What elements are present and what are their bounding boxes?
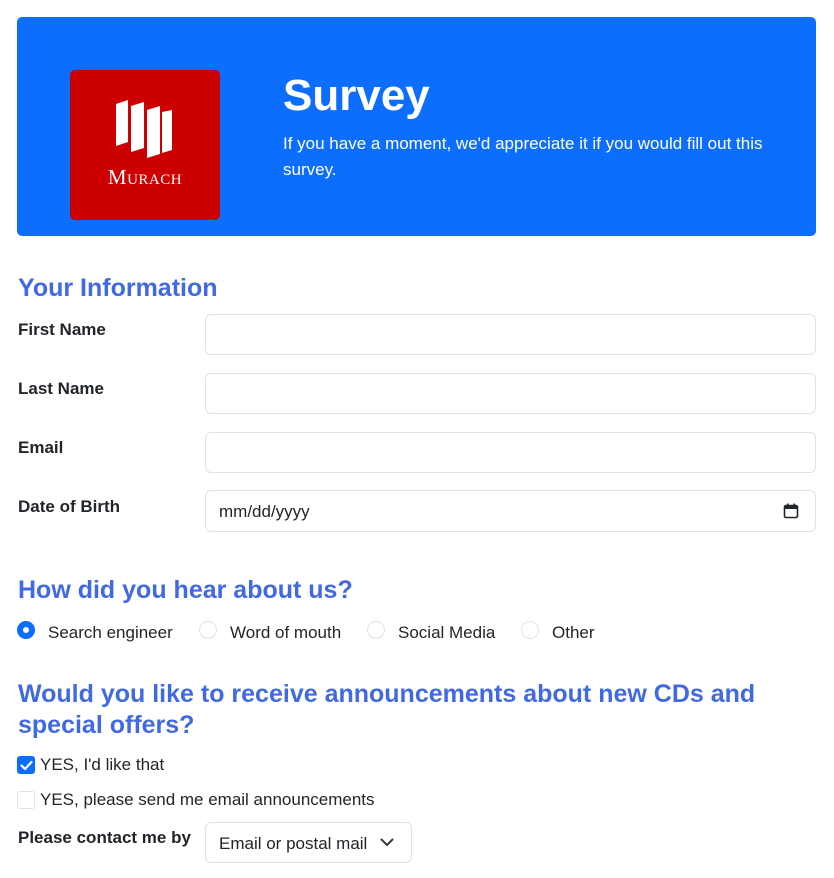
first-name-field[interactable] bbox=[205, 314, 816, 355]
checkbox-label-email-announcements: YES, please send me email announcements bbox=[40, 790, 375, 809]
radio-word-of-mouth[interactable] bbox=[199, 621, 217, 639]
last-name-label: Last Name bbox=[18, 379, 104, 398]
radio-label-social-media: Social Media bbox=[398, 623, 496, 642]
contact-method-label: Please contact me by bbox=[18, 828, 191, 847]
calendar-icon[interactable] bbox=[783, 503, 799, 519]
hear-about-us-heading: How did you hear about us? bbox=[18, 576, 353, 604]
checkbox-yes-like-that[interactable] bbox=[17, 756, 35, 774]
last-name-field[interactable] bbox=[205, 373, 816, 414]
logo-text: Murach bbox=[70, 165, 220, 190]
page-title: Survey bbox=[283, 71, 430, 120]
announcements-heading: Would you like to receive announcements … bbox=[18, 680, 756, 739]
checkmark-icon bbox=[20, 760, 33, 771]
header-banner: Murach Survey If you have a moment, we'd… bbox=[17, 17, 816, 236]
contact-method-select[interactable]: Email or postal mail bbox=[205, 822, 412, 863]
page-description: If you have a moment, we'd appreciate it… bbox=[283, 134, 763, 179]
radio-label-other: Other bbox=[552, 623, 595, 642]
logo-wordmark: Murach bbox=[107, 165, 183, 189]
radio-other[interactable] bbox=[521, 621, 539, 639]
date-of-birth-field[interactable]: mm/dd/yyyy bbox=[205, 490, 816, 532]
chevron-down-icon bbox=[380, 838, 394, 846]
murach-logo: Murach bbox=[70, 70, 220, 220]
checkbox-label-yes-like-that: YES, I'd like that bbox=[40, 755, 165, 774]
contact-method-value: Email or postal mail bbox=[219, 834, 368, 853]
email-label: Email bbox=[18, 438, 64, 457]
your-information-heading: Your Information bbox=[18, 274, 218, 302]
first-name-label: First Name bbox=[18, 320, 106, 339]
murach-logo-icon bbox=[116, 100, 172, 158]
checkbox-email-announcements[interactable] bbox=[17, 791, 35, 809]
radio-label-word-of-mouth: Word of mouth bbox=[230, 623, 342, 642]
radio-social-media[interactable] bbox=[367, 621, 385, 639]
radio-label-search-engineer: Search engineer bbox=[48, 623, 173, 642]
date-of-birth-label: Date of Birth bbox=[18, 497, 120, 516]
email-field[interactable] bbox=[205, 432, 816, 473]
date-placeholder: mm/dd/yyyy bbox=[219, 502, 310, 521]
radio-search-engineer[interactable] bbox=[17, 621, 35, 639]
